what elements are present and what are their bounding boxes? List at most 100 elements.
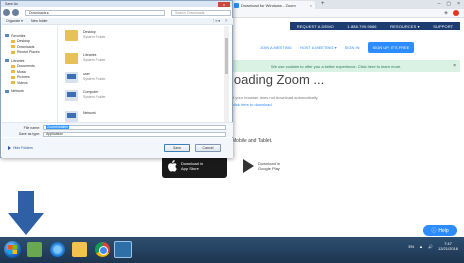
google-play-line2: Google Play bbox=[258, 166, 280, 171]
file-list-item[interactable]: Network bbox=[65, 111, 96, 122]
file-name: Network bbox=[83, 111, 96, 115]
system-tray: EN ▲ 🔊 7:47 12/21/2016 bbox=[408, 241, 458, 251]
view-options-button[interactable]: ⋮≡ ▾ bbox=[212, 19, 220, 23]
dialog-scrollbar[interactable] bbox=[224, 26, 229, 122]
file-text: user System Folder bbox=[83, 72, 106, 81]
dialog-path[interactable]: Downloads ▸ bbox=[25, 9, 165, 16]
maximize-button[interactable]: ▢ bbox=[446, 1, 451, 7]
savetype-row: Save as type: Application bbox=[10, 131, 226, 137]
dialog-close-button[interactable]: x bbox=[218, 2, 230, 7]
nav-sign-in[interactable]: SIGN IN bbox=[345, 45, 360, 50]
sidebar-item-label: Music bbox=[17, 69, 27, 74]
cookie-notice: We use cookies to offer you a better exp… bbox=[225, 60, 460, 72]
cancel-button[interactable]: Cancel bbox=[195, 144, 221, 152]
minimize-button[interactable]: – bbox=[438, 1, 441, 7]
topnav-resources[interactable]: RESOURCES ▾ bbox=[390, 24, 420, 29]
language-indicator[interactable]: EN bbox=[408, 244, 414, 249]
file-list-item[interactable]: user System Folder bbox=[65, 72, 106, 83]
forward-icon[interactable] bbox=[12, 9, 19, 16]
file-subtitle: System Folder bbox=[83, 76, 106, 81]
file-list-item[interactable]: Computer System Folder bbox=[65, 90, 106, 101]
close-window-button[interactable]: × bbox=[457, 1, 460, 7]
file-list-item[interactable]: Libraries System Folder bbox=[65, 53, 106, 64]
sidebar-item[interactable]: Recent Places bbox=[2, 50, 57, 56]
savetype-select[interactable]: Application bbox=[43, 131, 226, 137]
browser-extensions: ◈ bbox=[444, 10, 459, 16]
sidebar-item-label: Recent Places bbox=[17, 50, 40, 55]
tab-close-icon[interactable]: × bbox=[310, 3, 312, 8]
zoom-main-nav: JOIN A MEETING HOST A MEETING ▾ SIGN IN … bbox=[260, 42, 415, 53]
play-icon bbox=[243, 159, 254, 173]
tray-expand-icon[interactable]: ▲ bbox=[419, 244, 423, 249]
active-window-icon[interactable] bbox=[114, 241, 132, 258]
organize-button[interactable]: Organize ▾ bbox=[6, 19, 23, 23]
group-icon bbox=[5, 89, 9, 93]
start-button[interactable] bbox=[4, 241, 21, 258]
scrollbar-thumb[interactable] bbox=[225, 38, 228, 74]
clock-date: 12/21/2016 bbox=[437, 246, 458, 251]
tab-title: Download for Windows - Zoom bbox=[241, 2, 296, 8]
system-icon bbox=[65, 72, 78, 83]
file-explorer-icon[interactable] bbox=[72, 242, 87, 257]
dialog-sidebar: Favorites Desktop Downloads Recent Places Li… bbox=[2, 26, 58, 122]
extension-icon[interactable]: ◈ bbox=[444, 10, 448, 16]
chevron-up-icon bbox=[8, 146, 11, 150]
new-folder-button[interactable]: New folder bbox=[31, 19, 48, 23]
browser-tab[interactable]: Download for Windows - Zoom × bbox=[231, 1, 315, 9]
sidebar-item-label: Favorites bbox=[11, 33, 26, 38]
filename-label: File name: bbox=[23, 125, 40, 130]
google-play-button[interactable]: Download in Google Play bbox=[238, 154, 306, 178]
folder-icon bbox=[11, 81, 15, 85]
sidebar-item-label: Desktop bbox=[17, 39, 30, 44]
file-subtitle: System Folder bbox=[83, 94, 106, 99]
file-list-item[interactable]: Desktop System Folder bbox=[65, 30, 106, 41]
sidebar-item[interactable]: Videos bbox=[2, 80, 57, 86]
google-play-label: Download in Google Play bbox=[258, 161, 280, 171]
volume-icon[interactable]: 🔊 bbox=[428, 244, 433, 249]
topnav-request-demo[interactable]: REQUEST A DEMO bbox=[297, 24, 334, 29]
folder-icon bbox=[11, 39, 15, 43]
nav-host-meeting[interactable]: HOST A MEETING ▾ bbox=[300, 45, 337, 50]
folder-icon bbox=[65, 30, 78, 41]
taskbar: EN ▲ 🔊 7:47 12/21/2016 bbox=[0, 237, 464, 263]
filename-field[interactable]: ZoomInstaller bbox=[43, 125, 226, 130]
dialog-nav: Downloads ▸ Search Downloads bbox=[3, 8, 232, 17]
topnav-phone[interactable]: 1.888.799.9666 bbox=[347, 24, 376, 29]
new-tab-button[interactable]: + bbox=[321, 1, 325, 7]
signup-button[interactable]: SIGN UP, IT'S FREE bbox=[367, 42, 415, 53]
save-button[interactable]: Save bbox=[164, 144, 190, 152]
hide-folders-toggle[interactable]: Hide Folders bbox=[8, 146, 33, 150]
dialog-search-input[interactable]: Search Downloads bbox=[171, 9, 231, 16]
internet-explorer-icon[interactable] bbox=[50, 242, 65, 257]
down-arrow-icon bbox=[8, 191, 44, 235]
dialog-form: File name: ZoomInstaller Save as type: A… bbox=[2, 122, 233, 137]
mobile-tablet-text: Mobile and Tablet. bbox=[232, 138, 273, 144]
download-link[interactable]: click here to download bbox=[232, 102, 272, 107]
file-subtitle: System Folder bbox=[83, 57, 106, 62]
sidebar-item[interactable]: Network bbox=[2, 89, 57, 95]
sidebar-item-label: Libraries bbox=[11, 58, 25, 63]
group-icon bbox=[5, 34, 9, 38]
back-icon[interactable] bbox=[3, 9, 10, 16]
topnav-support[interactable]: SUPPORT bbox=[433, 24, 453, 29]
taskbar-app-icon[interactable] bbox=[27, 242, 42, 257]
file-text: Computer System Folder bbox=[83, 90, 106, 99]
zoom-topnav: REQUEST A DEMO 1.888.799.9666 RESOURCES … bbox=[290, 22, 460, 30]
folder-icon bbox=[11, 45, 15, 49]
dialog-toolbar: Organize ▾ New folder ⋮≡ ▾ ? bbox=[2, 18, 233, 25]
clock[interactable]: 7:47 12/21/2016 bbox=[438, 241, 458, 251]
nav-join-meeting[interactable]: JOIN A MEETING bbox=[260, 45, 292, 50]
help-button[interactable]: ⓘ Help bbox=[423, 225, 457, 236]
apple-icon bbox=[168, 160, 177, 172]
folder-icon bbox=[11, 50, 15, 54]
filename-value: ZoomInstaller bbox=[46, 125, 70, 129]
hide-folders-label: Hide Folders bbox=[13, 146, 33, 150]
sidebar-item-label: Downloads bbox=[17, 44, 35, 49]
loading-title: loading Zoom ... bbox=[231, 72, 325, 87]
chrome-icon[interactable] bbox=[95, 242, 110, 257]
opera-icon[interactable] bbox=[453, 10, 459, 16]
help-icon[interactable]: ? bbox=[225, 19, 227, 23]
zoom-favicon-icon bbox=[234, 2, 239, 8]
close-icon[interactable]: × bbox=[453, 63, 456, 69]
help-label: Help bbox=[438, 227, 449, 234]
